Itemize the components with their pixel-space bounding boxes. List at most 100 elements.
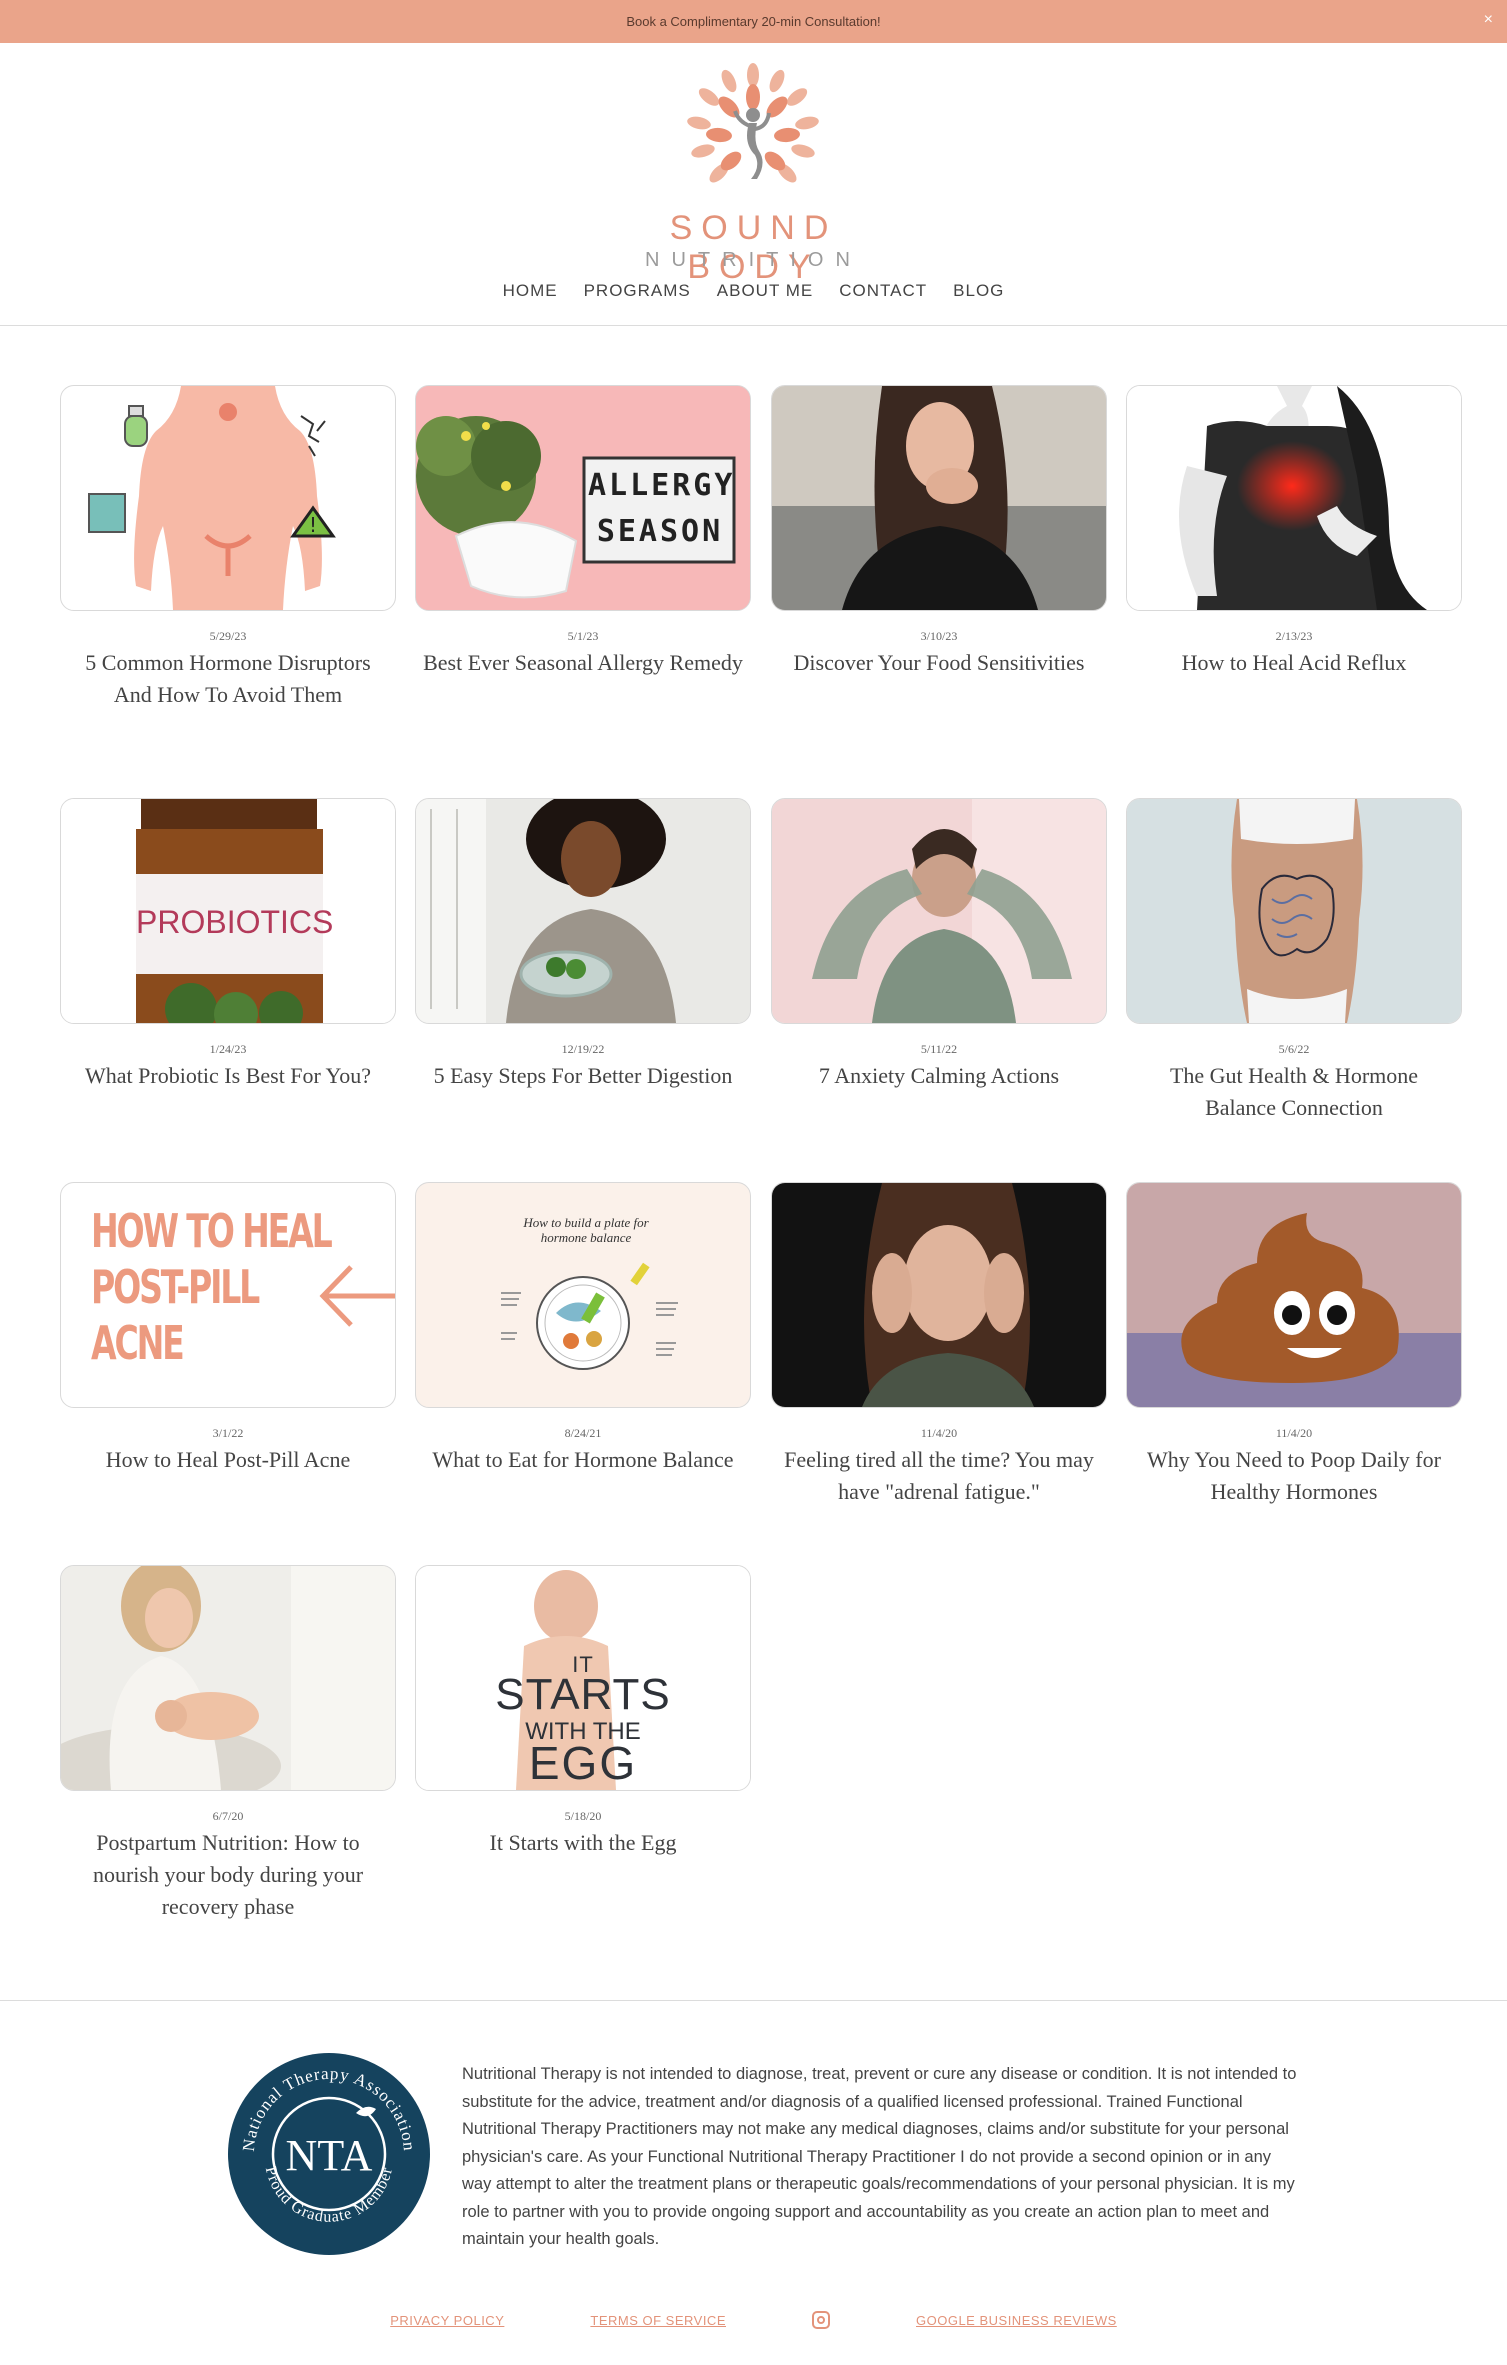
probiotics-label: PROBIOTICS bbox=[136, 904, 334, 940]
post-date: 8/24/21 bbox=[564, 1426, 602, 1440]
blog-post-card[interactable]: IT STARTS WITH THE EGG 5/18/20 It Starts… bbox=[415, 1565, 751, 1859]
post-date: 5/18/20 bbox=[564, 1809, 602, 1823]
blog-post-card[interactable]: ! 5/29/23 5 Common Hormone Disruptors An… bbox=[60, 385, 396, 711]
nta-seal-icon: National Therapy Association Proud Gradu… bbox=[228, 2053, 430, 2255]
site-logo[interactable]: SOUND BODY NUTRITION bbox=[645, 61, 857, 286]
woman-eating-salad-image bbox=[416, 799, 750, 1023]
blog-post-card[interactable]: ALLERGY SEASON 5/1/23 Best Ever Seasonal… bbox=[415, 385, 751, 679]
post-thumbnail[interactable] bbox=[415, 798, 751, 1024]
post-title[interactable]: It Starts with the Egg bbox=[415, 1827, 751, 1859]
nav-blog[interactable]: BLOG bbox=[952, 281, 1005, 301]
post-date: 12/19/22 bbox=[561, 1042, 605, 1056]
post-title[interactable]: Feeling tired all the time? You may have… bbox=[771, 1444, 1107, 1508]
plate-icon bbox=[501, 1262, 678, 1370]
tired-woman-image bbox=[772, 1183, 1106, 1407]
nta-center-text: NTA bbox=[286, 2131, 373, 2180]
acne-title-line-3: ACNE bbox=[91, 1316, 185, 1370]
allergy-sign-line-1: ALLERGY bbox=[588, 468, 736, 503]
post-thumbnail[interactable]: How to build a plate for hormone balance bbox=[415, 1182, 751, 1408]
post-date: 5/11/22 bbox=[920, 1042, 958, 1056]
post-thumbnail[interactable] bbox=[1126, 798, 1462, 1024]
nta-badge: National Therapy Association Proud Gradu… bbox=[226, 2051, 432, 2257]
blog-post-card[interactable]: 11/4/20 Why You Need to Poop Daily for H… bbox=[1126, 1182, 1462, 1508]
post-title[interactable]: What to Eat for Hormone Balance bbox=[415, 1444, 751, 1476]
egg-word-egg: EGG bbox=[528, 1737, 638, 1789]
post-date: 3/1/22 bbox=[212, 1426, 244, 1440]
close-icon[interactable]: × bbox=[1484, 11, 1493, 29]
post-title[interactable]: How to Heal Post-Pill Acne bbox=[60, 1444, 396, 1476]
gut-health-image bbox=[1127, 799, 1461, 1023]
instagram-icon[interactable] bbox=[812, 2311, 830, 2329]
post-thumbnail[interactable] bbox=[771, 1182, 1107, 1408]
acid-reflux-image bbox=[1127, 386, 1461, 610]
site-footer: National Therapy Association Proud Gradu… bbox=[0, 2000, 1507, 2365]
post-date: 2/13/23 bbox=[1275, 629, 1313, 643]
post-thumbnail[interactable]: PROBIOTICS bbox=[60, 798, 396, 1024]
blog-post-card[interactable]: 11/4/20 Feeling tired all the time? You … bbox=[771, 1182, 1107, 1508]
hormone-body-illustration: ! bbox=[88, 386, 336, 610]
post-thumbnail[interactable]: HOW TO HEAL POST-PILL ACNE bbox=[60, 1182, 396, 1408]
svg-text:!: ! bbox=[309, 513, 317, 537]
site-header: SOUND BODY NUTRITION HOME PROGRAMS ABOUT… bbox=[0, 43, 1507, 326]
post-title[interactable]: What Probiotic Is Best For You? bbox=[60, 1060, 396, 1092]
blog-post-card[interactable]: 2/13/23 How to Heal Acid Reflux bbox=[1126, 385, 1462, 679]
blog-post-card[interactable]: 5/11/22 7 Anxiety Calming Actions bbox=[771, 798, 1107, 1092]
arrow-left-icon bbox=[319, 1265, 395, 1327]
post-date: 5/6/22 bbox=[1278, 1042, 1310, 1056]
nav-home[interactable]: HOME bbox=[502, 281, 559, 301]
post-date: 1/24/23 bbox=[209, 1042, 247, 1056]
blog-post-card[interactable]: How to build a plate for hormone balance… bbox=[415, 1182, 751, 1476]
post-thumbnail[interactable] bbox=[1126, 1182, 1462, 1408]
post-date: 5/1/23 bbox=[567, 629, 599, 643]
footer-links: PRIVACY POLICY TERMS OF SERVICE GOOGLE B… bbox=[0, 2311, 1507, 2329]
disclaimer-text: Nutritional Therapy is not intended to d… bbox=[462, 2065, 1297, 2248]
nav-programs[interactable]: PROGRAMS bbox=[583, 281, 692, 301]
post-title[interactable]: 5 Easy Steps For Better Digestion bbox=[415, 1060, 751, 1092]
acne-title-line-1: HOW TO HEAL bbox=[91, 1204, 333, 1258]
blog-post-card[interactable]: 6/7/20 Postpartum Nutrition: How to nour… bbox=[60, 1565, 396, 1923]
post-thumbnail[interactable] bbox=[771, 798, 1107, 1024]
brand-subtitle: NUTRITION bbox=[645, 249, 862, 271]
post-thumbnail[interactable] bbox=[771, 385, 1107, 611]
nav-contact[interactable]: CONTACT bbox=[838, 281, 928, 301]
privacy-policy-link[interactable]: PRIVACY POLICY bbox=[390, 2313, 504, 2328]
blog-post-card[interactable]: PROBIOTICS 1/24/23 What Probiotic Is Bes… bbox=[60, 798, 396, 1092]
blog-post-card[interactable]: HOW TO HEAL POST-PILL ACNE 3/1/22 How to… bbox=[60, 1182, 396, 1476]
google-reviews-link[interactable]: GOOGLE BUSINESS REVIEWS bbox=[916, 2313, 1117, 2328]
nav-about-me[interactable]: ABOUT ME bbox=[716, 281, 814, 301]
terms-of-service-link[interactable]: TERMS OF SERVICE bbox=[590, 2313, 726, 2328]
post-thumbnail[interactable]: IT STARTS WITH THE EGG bbox=[415, 1565, 751, 1791]
anxious-woman-image bbox=[772, 799, 1106, 1023]
acne-title-line-2: POST-PILL bbox=[91, 1260, 260, 1314]
logo-flower-icon bbox=[687, 63, 819, 183]
post-title[interactable]: Why You Need to Poop Daily for Healthy H… bbox=[1126, 1444, 1462, 1508]
post-date: 11/4/20 bbox=[1275, 1426, 1313, 1440]
post-title[interactable]: 7 Anxiety Calming Actions bbox=[771, 1060, 1107, 1092]
consultation-banner[interactable]: Book a Complimentary 20-min Consultation… bbox=[0, 0, 1507, 43]
post-thumbnail[interactable] bbox=[60, 1565, 396, 1791]
worried-woman-image bbox=[772, 386, 1106, 610]
post-title[interactable]: How to Heal Acid Reflux bbox=[1126, 647, 1462, 679]
post-title[interactable]: Discover Your Food Sensitivities bbox=[771, 647, 1107, 679]
post-thumbnail[interactable] bbox=[1126, 385, 1462, 611]
brand-name: SOUND BODY bbox=[669, 209, 838, 286]
post-title[interactable]: The Gut Health & Hormone Balance Connect… bbox=[1126, 1060, 1462, 1124]
blog-post-card[interactable]: 12/19/22 5 Easy Steps For Better Digesti… bbox=[415, 798, 751, 1092]
post-thumbnail[interactable]: ! bbox=[60, 385, 396, 611]
blog-post-card[interactable]: 5/6/22 The Gut Health & Hormone Balance … bbox=[1126, 798, 1462, 1124]
post-date: 5/29/23 bbox=[209, 629, 247, 643]
post-date: 11/4/20 bbox=[920, 1426, 958, 1440]
poop-emoji-pillow-image bbox=[1127, 1183, 1461, 1407]
egg-word-starts: STARTS bbox=[495, 1670, 671, 1719]
main-nav: HOME PROGRAMS ABOUT ME CONTACT BLOG bbox=[0, 281, 1507, 301]
post-date: 3/10/23 bbox=[920, 629, 958, 643]
post-title[interactable]: Postpartum Nutrition: How to nourish you… bbox=[60, 1827, 396, 1923]
banner-text[interactable]: Book a Complimentary 20-min Consultation… bbox=[626, 14, 880, 29]
post-title[interactable]: 5 Common Hormone Disruptors And How To A… bbox=[60, 647, 396, 711]
post-date: 6/7/20 bbox=[212, 1809, 244, 1823]
post-title[interactable]: Best Ever Seasonal Allergy Remedy bbox=[415, 647, 751, 679]
post-thumbnail[interactable]: ALLERGY SEASON bbox=[415, 385, 751, 611]
allergy-sign-line-2: SEASON bbox=[596, 514, 724, 549]
breastfeeding-mother-image bbox=[61, 1566, 395, 1790]
blog-post-card[interactable]: 3/10/23 Discover Your Food Sensitivities bbox=[771, 385, 1107, 679]
